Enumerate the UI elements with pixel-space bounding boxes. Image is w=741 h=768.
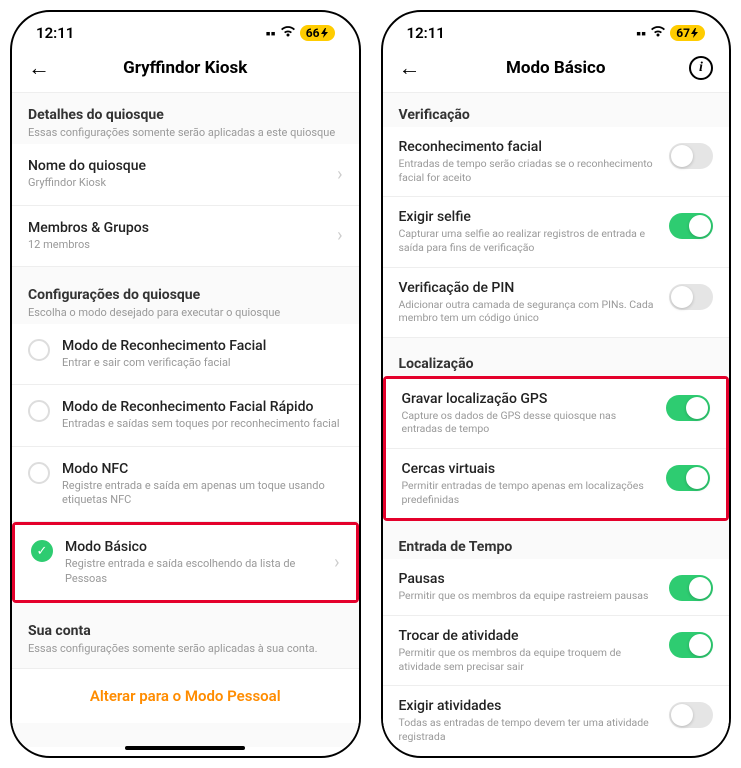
radio-title: Modo de Reconhecimento Facial: [62, 338, 343, 354]
toggle-title: Cercas virtuais: [402, 461, 655, 477]
info-icon[interactable]: i: [689, 56, 713, 80]
toggle-sub: Capture os dados de GPS desse quiosque n…: [402, 409, 655, 436]
mode-nfc[interactable]: Modo NFC Registre entrada e saída em ape…: [12, 447, 359, 523]
toggle-sub: Adicionar outra camada de segurança com …: [399, 298, 658, 325]
toggle-facial-recognition[interactable]: Reconhecimento facial Entradas de tempo s…: [383, 127, 730, 197]
home-indicator: [125, 746, 245, 750]
kiosk-name-row[interactable]: Nome do quiosque Gryffindor Kiosk ›: [12, 144, 359, 205]
section-title: Localização: [399, 356, 714, 372]
status-bar: 12:11 ▪▪ 66: [12, 12, 359, 48]
toggle-switch[interactable]: [669, 143, 713, 169]
back-icon[interactable]: ←: [28, 55, 50, 81]
page-title: Modo Básico: [506, 58, 606, 78]
toggle-switch-activity[interactable]: Trocar de atividade Permitir que os membr…: [383, 616, 730, 686]
radio-sub: Entrar e sair com verificação facial: [62, 356, 343, 370]
status-right: ▪▪ 66: [266, 24, 335, 42]
section-title: Sua conta: [28, 623, 343, 639]
radio-title: Modo de Reconhecimento Facial Rápido: [62, 399, 343, 415]
toggle-sub: Permitir que os membros da equipe rastre…: [399, 589, 658, 603]
header: ← Gryffindor Kiosk: [12, 48, 359, 93]
status-time: 12:11: [36, 24, 74, 42]
phone-right: 12:11 ▪▪ 67 ← Modo Básico i Verificação …: [381, 10, 732, 758]
section-time-entry: Entrada de Tempo: [383, 521, 730, 559]
toggle-switch[interactable]: [666, 465, 710, 491]
toggle-geofences[interactable]: Cercas virtuais Permitir entradas de temp…: [386, 449, 727, 518]
toggle-require-selfie[interactable]: Exigir selfie Capturar uma selfie ao real…: [383, 197, 730, 267]
chevron-right-icon: ›: [337, 164, 342, 185]
mode-facial-fast[interactable]: Modo de Reconhecimento Facial Rápido Ent…: [12, 385, 359, 446]
toggle-switch[interactable]: [669, 702, 713, 728]
row-sub: Gryffindor Kiosk: [28, 176, 337, 190]
members-groups-row[interactable]: Membros & Grupos 12 membros ›: [12, 206, 359, 267]
toggle-switch[interactable]: [666, 395, 710, 421]
section-desc: Essas configurações somente serão aplica…: [28, 642, 343, 656]
toggle-sub: Capturar uma selfie ao realizar registro…: [399, 227, 658, 254]
toggle-title: Gravar localização GPS: [402, 391, 655, 407]
toggle-require-activities[interactable]: Exigir atividades Todas as entradas de te…: [383, 686, 730, 747]
content: Detalhes do quiosque Essas configurações…: [12, 93, 359, 747]
status-bar: 12:11 ▪▪ 67: [383, 12, 730, 48]
toggle-title: Trocar de atividade: [399, 628, 658, 644]
radio-sub: Registre entrada e saída em apenas um to…: [62, 479, 343, 508]
switch-personal-mode-button[interactable]: Alterar para o Modo Pessoal: [12, 668, 359, 723]
radio-title: Modo NFC: [62, 461, 343, 477]
status-right: ▪▪ 67: [636, 24, 705, 42]
section-location: Localização: [383, 338, 730, 376]
chevron-right-icon: ›: [337, 225, 342, 246]
section-config: Configurações do quiosque Escolha o modo…: [12, 267, 359, 324]
toggle-pin-verification[interactable]: Verificação de PIN Adicionar outra camada…: [383, 268, 730, 338]
row-sub: 12 membros: [28, 238, 337, 252]
radio-title: Modo Básico: [65, 539, 322, 555]
section-desc: Escolha o modo desejado para executar o …: [28, 306, 343, 320]
back-icon[interactable]: ←: [399, 55, 421, 81]
signal-icon: ▪▪: [266, 25, 276, 42]
section-title: Entrada de Tempo: [399, 539, 714, 555]
toggle-sub: Permitir que os membros da equipe troque…: [399, 646, 658, 673]
page-title: Gryffindor Kiosk: [123, 58, 247, 78]
radio-unchecked-icon: [28, 339, 50, 361]
header: ← Modo Básico i: [383, 48, 730, 93]
content: Verificação Reconhecimento facial Entrada…: [383, 93, 730, 747]
highlight-location: Gravar localização GPS Capture os dados d…: [383, 376, 730, 522]
radio-checked-icon: ✓: [31, 540, 53, 562]
radio-unchecked-icon: [28, 462, 50, 484]
toggle-switch[interactable]: [669, 632, 713, 658]
toggle-sub: Todas as entradas de tempo devem ter uma…: [399, 716, 658, 743]
chevron-right-icon: ›: [334, 552, 339, 573]
phone-left: 12:11 ▪▪ 66 ← Gryffindor Kiosk Detalhes …: [10, 10, 361, 758]
section-verification: Verificação: [383, 93, 730, 127]
toggle-breaks[interactable]: Pausas Permitir que os membros da equipe …: [383, 559, 730, 616]
battery-indicator: 66: [300, 25, 335, 41]
row-title: Nome do quiosque: [28, 158, 337, 174]
section-title: Verificação: [399, 107, 714, 123]
toggle-title: Exigir atividades: [399, 698, 658, 714]
section-desc: Essas configurações somente serão aplica…: [28, 126, 343, 140]
section-details: Detalhes do quiosque Essas configurações…: [12, 93, 359, 144]
toggle-title: Reconhecimento facial: [399, 139, 658, 155]
toggle-title: Exigir selfie: [399, 209, 658, 225]
signal-icon: ▪▪: [636, 25, 646, 42]
wifi-icon: [650, 24, 666, 42]
radio-sub: Registre entrada e saída escolhendo da l…: [65, 557, 322, 586]
section-title: Configurações do quiosque: [28, 287, 343, 303]
mode-facial[interactable]: Modo de Reconhecimento Facial Entrar e s…: [12, 324, 359, 385]
toggle-sub: Permitir entradas de tempo apenas em loc…: [402, 479, 655, 506]
toggle-gps-location[interactable]: Gravar localização GPS Capture os dados d…: [386, 379, 727, 449]
section-account: Sua conta Essas configurações somente se…: [12, 603, 359, 660]
highlight-basic-mode: ✓ Modo Básico Registre entrada e saída e…: [12, 522, 359, 603]
toggle-switch[interactable]: [669, 284, 713, 310]
radio-unchecked-icon: [28, 400, 50, 422]
row-title: Membros & Grupos: [28, 220, 337, 236]
toggle-title: Pausas: [399, 571, 658, 587]
toggle-title: Verificação de PIN: [399, 280, 658, 296]
radio-sub: Entradas e saídas sem toques por reconhe…: [62, 417, 343, 431]
battery-indicator: 67: [670, 25, 705, 41]
toggle-sub: Entradas de tempo serão criadas se o rec…: [399, 157, 658, 184]
toggle-switch[interactable]: [669, 213, 713, 239]
section-title: Detalhes do quiosque: [28, 107, 343, 123]
toggle-switch[interactable]: [669, 575, 713, 601]
wifi-icon: [280, 24, 296, 42]
mode-basic[interactable]: ✓ Modo Básico Registre entrada e saída e…: [15, 525, 356, 600]
status-time: 12:11: [407, 24, 445, 42]
